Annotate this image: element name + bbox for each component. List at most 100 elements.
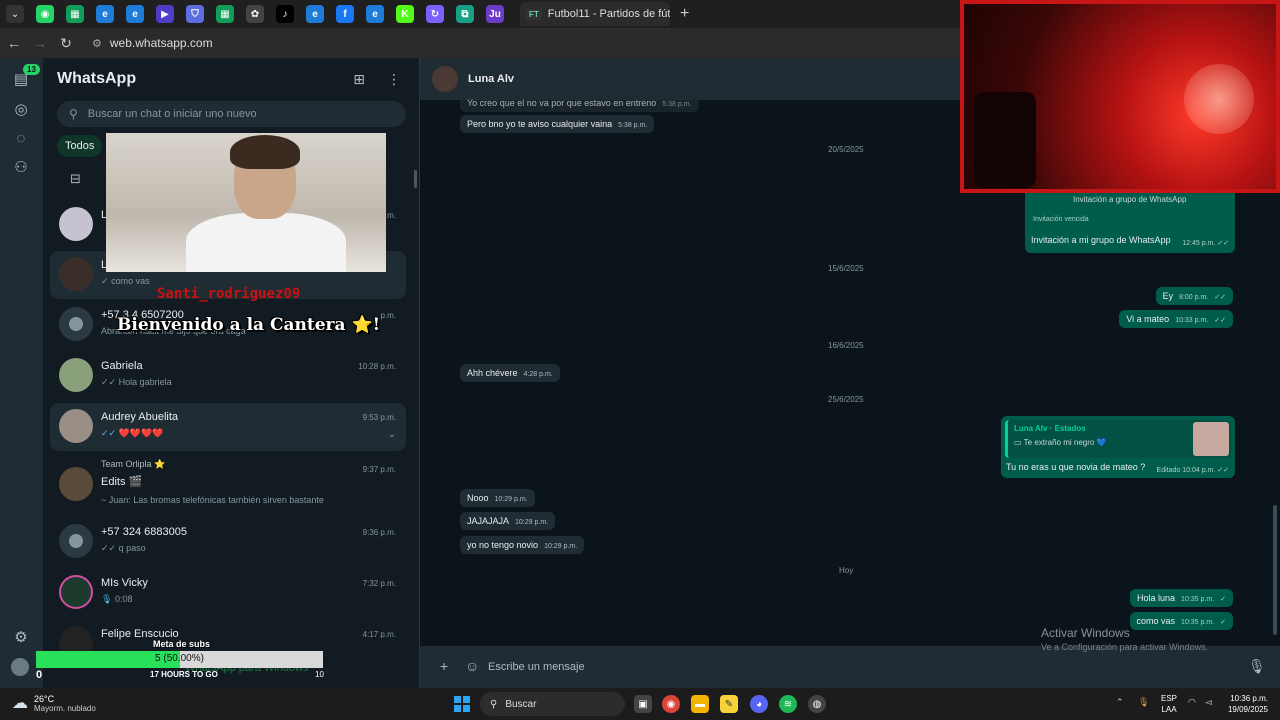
chat-row[interactable]: Audrey Abuelita 9:53 p.m. ✓✓ ❤️❤️❤️❤️ ⌄ (50, 403, 406, 451)
emoji-icon[interactable]: ☺ (465, 658, 479, 674)
status-icon[interactable]: ◎ (11, 100, 31, 120)
sticky-notes-icon[interactable]: ✎ (720, 695, 738, 713)
sheets-icon[interactable]: ▦ (66, 5, 84, 23)
tab-list-icon[interactable]: ⌄ (6, 5, 24, 23)
message-incoming[interactable]: JAJAJAJA 10:29 p.m. (460, 512, 556, 530)
reload-button[interactable]: ↻ (54, 35, 78, 52)
profile-avatar[interactable] (11, 658, 29, 676)
mic-icon: 🎙 (101, 594, 113, 604)
settings-icon[interactable]: ⚙ (11, 628, 31, 648)
kick-icon[interactable]: K (396, 5, 414, 23)
new-chat-icon[interactable]: ⊞ (353, 71, 365, 88)
tab-futbol11[interactable]: FT Futbol11 - Partidos de fútbol de ✕ (520, 2, 670, 26)
group-invite-card[interactable]: Invitación a grupo de WhatsApp Invitació… (1025, 193, 1235, 253)
contact-name[interactable]: Luna Alv (468, 73, 514, 85)
contact-avatar[interactable] (432, 66, 458, 92)
quote-text: ▭ Te extraño mi negro 💙 (1014, 438, 1107, 447)
message-incoming[interactable]: Pero bno yo te aviso cualquier vaina 5:38… (460, 115, 655, 133)
search-box[interactable]: ⚲ (57, 101, 406, 127)
menu-icon[interactable]: ⋮ (387, 71, 401, 88)
site-info-icon[interactable]: ⚙ (92, 37, 102, 50)
url-field[interactable]: ⚙ web.whatsapp.com (92, 36, 213, 50)
chat-row[interactable]: Gabriela 10:28 p.m. ✓✓ Hola gabriela (50, 352, 406, 400)
read-check-icon: ✓✓ (101, 428, 117, 438)
search-input[interactable] (87, 108, 388, 120)
chat-name: Edits 🎬 (101, 476, 143, 488)
start-button[interactable] (454, 696, 470, 712)
video-icon[interactable]: ▶ (156, 5, 174, 23)
new-tab-button[interactable]: + (680, 5, 689, 23)
chat-preview: ✓ como vas (101, 276, 150, 286)
message-input[interactable] (488, 656, 1228, 678)
chat-preview: ✓✓ Hola gabriela (101, 377, 172, 387)
message-incoming[interactable]: Yo creo que el no va por que estavo en e… (460, 94, 699, 112)
scrollbar[interactable] (414, 170, 417, 188)
sync-icon[interactable]: ↻ (426, 5, 444, 23)
whatsapp-icon[interactable]: ◉ (36, 5, 54, 23)
file-explorer-icon[interactable]: ▬ (691, 695, 709, 713)
conversation-scrollbar[interactable] (1273, 505, 1277, 635)
chat-preview: ✓✓ ❤️❤️❤️❤️ (101, 428, 164, 438)
app-title: WhatsApp (57, 70, 137, 87)
filter-chip-all[interactable]: Todos (57, 135, 103, 157)
edge-icon[interactable]: e (306, 5, 324, 23)
system-clock[interactable]: 10:36 p.m. 19/09/2025 (1228, 693, 1268, 715)
chat-time: 9:36 p.m. (362, 528, 396, 537)
microphone-icon[interactable]: 🎙 (1248, 658, 1266, 675)
tray-overflow-icon[interactable]: ⌃ (1116, 697, 1124, 708)
chat-row[interactable]: +57 324 6883005 9:36 p.m. ✓✓ q paso (50, 518, 406, 566)
unread-badge: 13 (23, 64, 40, 75)
microphone-icon[interactable]: 🎙 (1138, 697, 1149, 708)
archive-icon[interactable]: ⊟ (70, 171, 81, 187)
chrome-icon[interactable]: ◉ (662, 695, 680, 713)
chat-time: 10:28 p.m. (358, 362, 396, 371)
date-separator: 20/5/2025 (828, 145, 864, 154)
sheets-icon[interactable]: ▦ (216, 5, 234, 23)
default-user-icon (69, 534, 83, 548)
discord-icon[interactable]: ◕ (750, 695, 768, 713)
avatar (59, 358, 93, 392)
wifi-icon[interactable]: ◠ (1188, 697, 1196, 708)
edge-icon[interactable]: e (366, 5, 384, 23)
tiktok-icon[interactable]: ♪ (276, 5, 294, 23)
message-meta: Editado 10:04 p.m. ✓✓ (1156, 467, 1229, 474)
task-view-icon[interactable]: ▣ (634, 695, 652, 713)
message-incoming[interactable]: Nooo 10:29 p.m. (460, 489, 535, 507)
attach-plus-icon[interactable]: + (440, 658, 448, 674)
chevron-down-icon[interactable]: ⌄ (388, 429, 396, 440)
channels-icon[interactable]: ◌ (11, 130, 31, 150)
facebook-icon[interactable]: f (336, 5, 354, 23)
avatar (59, 257, 93, 291)
status-reply-message[interactable]: Luna Alv · Estados ▭ Te extraño mi negro… (1001, 416, 1235, 478)
chat-row[interactable]: Team Orlipla ⭐ Edits 🎬 9:37 p.m. ~ Juan:… (50, 455, 406, 513)
subs-progress-bar: 5 (50.00%) (36, 651, 323, 668)
message-incoming[interactable]: Ahh chévere 4:28 p.m. (460, 364, 560, 382)
edge-icon[interactable]: e (126, 5, 144, 23)
volume-icon[interactable]: ◅ (1205, 697, 1212, 708)
message-outgoing[interactable]: Vi a mateo 10:33 p.m. ✓✓ (1119, 310, 1233, 328)
shield-icon[interactable]: ⛉ (186, 5, 204, 23)
communities-icon[interactable]: ⚇ (11, 158, 31, 178)
quoted-status[interactable]: Luna Alv · Estados ▭ Te extraño mi negro… (1005, 420, 1231, 458)
weather-widget[interactable]: ☁ 26°C Mayorm. nublado (12, 693, 96, 713)
message-incoming[interactable]: yo no tengo novio 10:29 p.m. (460, 536, 585, 554)
taskbar-search[interactable]: ⚲ Buscar (480, 692, 625, 716)
message-outgoing[interactable]: Ey 8:00 p.m. ✓✓ (1155, 287, 1233, 305)
forward-button[interactable]: → (28, 35, 52, 51)
avatar (59, 307, 93, 341)
message-outgoing[interactable]: Hola luna 10:35 p.m. ✓ (1130, 589, 1233, 607)
chat-row[interactable]: MIs Vicky 7:32 p.m. 🎙 0:08 (50, 569, 406, 617)
obs-icon[interactable]: ◍ (808, 695, 826, 713)
spotify-icon[interactable]: ≋ (779, 695, 797, 713)
app-icon[interactable]: Ju (486, 5, 504, 23)
chat-preview: ✓✓ q paso (101, 543, 146, 553)
back-button[interactable]: ← (2, 35, 26, 51)
input-language[interactable]: ESP LAA (1161, 693, 1177, 715)
openai-icon[interactable]: ✿ (246, 5, 264, 23)
edge-icon[interactable]: e (96, 5, 114, 23)
message-text: Tu no eras u que novia de mateo ? (1006, 462, 1146, 472)
welcome-gif (106, 133, 386, 272)
search-icon: ⚲ (490, 698, 498, 710)
capcut-icon[interactable]: ⧉ (456, 5, 474, 23)
subs-progress-text: 5 (50.00%) (155, 653, 204, 664)
